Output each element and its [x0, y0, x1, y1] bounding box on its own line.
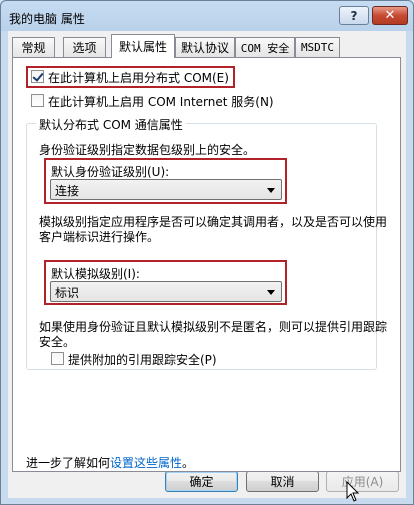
mouse-pointer-icon — [346, 481, 360, 502]
auth-level-description: 身份验证级别指定数据包级别上的安全。 — [39, 143, 256, 157]
learn-more-suffix: 。 — [182, 456, 195, 470]
auth-level-value: 连接 — [55, 184, 80, 198]
reference-tracking-label: 提供附加的引用跟踪安全(P) — [68, 353, 217, 367]
tab-com-security[interactable]: COM 安全 — [235, 37, 295, 57]
impersonation-level-label: 默认模拟级别(I): — [51, 267, 140, 281]
tab-msdtc[interactable]: MSDTC — [295, 37, 340, 57]
title-bar: 我的电脑 属性 ? ✕ — [1, 1, 413, 31]
tab-msdtc-label: MSDTC — [300, 41, 335, 54]
dialog-client-area: 常规 选项 默认属性 默认协议 COM 安全 MSDTC 在此计算机上启用分布式… — [8, 31, 406, 498]
tab-default-properties[interactable]: 默认属性 — [111, 34, 175, 58]
ok-button[interactable]: 确定 — [165, 471, 238, 492]
tab-panel-default-properties: 在此计算机上启用分布式 COM(E) 在此计算机上启用 COM Internet… — [12, 57, 401, 472]
enable-dcom-checkbox[interactable] — [31, 70, 44, 83]
properties-dialog: 我的电脑 属性 ? ✕ 常规 选项 默认属性 默认协议 COM 安全 MSDTC… — [0, 0, 414, 505]
cancel-button[interactable]: 取消 — [246, 471, 319, 492]
tab-general[interactable]: 常规 — [12, 37, 55, 57]
learn-more-prefix: 进一步了解如何 — [26, 456, 111, 470]
reference-tracking-description: 如果使用身份验证且默认模拟级别不是匿名，则可以提供引用跟踪安全。 — [39, 320, 388, 349]
close-button[interactable]: ✕ — [372, 6, 408, 25]
enable-dcom-label: 在此计算机上启用分布式 COM(E) — [48, 71, 229, 85]
tab-com-security-label: COM 安全 — [240, 41, 290, 55]
help-button[interactable]: ? — [339, 6, 369, 25]
group-title: 默认分布式 COM 通信属性 — [36, 116, 186, 133]
chevron-down-icon — [267, 290, 275, 295]
impersonation-level-select[interactable]: 标识 — [50, 281, 282, 302]
tab-options[interactable]: 选项 — [63, 37, 106, 57]
chevron-down-icon — [267, 188, 275, 193]
tab-default-protocols[interactable]: 默认协议 — [175, 37, 235, 57]
apply-button[interactable]: 应用(A) — [326, 471, 399, 492]
auth-level-select[interactable]: 连接 — [50, 179, 282, 200]
enable-com-internet-checkbox[interactable] — [31, 94, 44, 107]
reference-tracking-checkbox[interactable] — [51, 352, 64, 365]
impersonation-description: 模拟级别指定应用程序是否可以确定其调用者，以及是否可以使用客户端标识进行操作。 — [39, 215, 388, 244]
learn-more-link[interactable]: 设置这些属性 — [110, 456, 182, 470]
impersonation-level-value: 标识 — [55, 286, 80, 300]
learn-more-line: 进一步了解如何设置这些属性。 — [26, 454, 194, 471]
window-title: 我的电脑 属性 — [9, 12, 85, 26]
enable-com-internet-label: 在此计算机上启用 COM Internet 服务(N) — [48, 95, 274, 109]
auth-level-label: 默认身份验证级别(U): — [51, 165, 170, 179]
